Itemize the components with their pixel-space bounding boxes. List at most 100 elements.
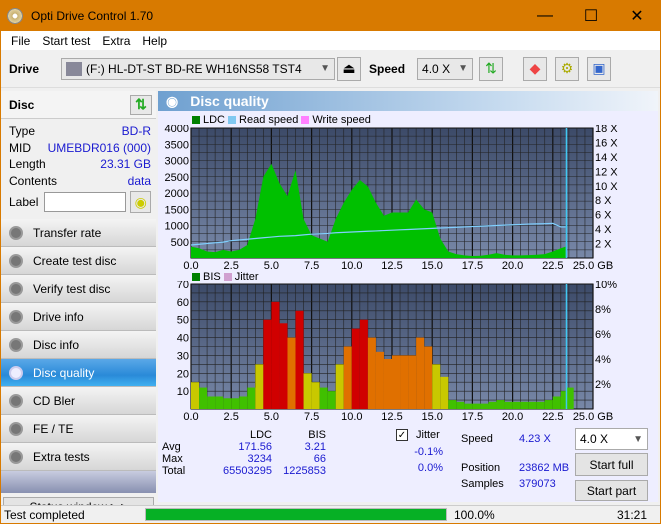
nav-spacer <box>1 471 156 493</box>
legend-swatch <box>301 116 310 124</box>
y-tick-label: 1000 <box>165 221 189 233</box>
disc-contents-value: data <box>127 173 151 188</box>
menu-start-test[interactable]: Start test <box>42 34 90 48</box>
bis-bar <box>512 401 521 409</box>
y-tick-label: 3500 <box>165 139 189 151</box>
app-icon <box>7 7 23 24</box>
bis-bar <box>255 364 264 409</box>
verify-disc-icon <box>9 281 23 296</box>
disc-info-icon <box>9 337 23 352</box>
nav-create-test-disc[interactable]: Create test disc <box>1 247 156 275</box>
disc-mid-key: MID <box>9 140 31 155</box>
bis-bar <box>271 301 280 409</box>
bis-bar <box>231 398 240 409</box>
erase-button[interactable]: ◆ <box>523 56 548 81</box>
bis-bar <box>392 355 401 409</box>
drive-value: (F:) HL-DT-ST BD-RE WH16NS58 TST4 <box>86 61 302 76</box>
x-tick-label: 0.0 <box>183 260 198 270</box>
nav-fe-te[interactable]: FE / TE <box>1 415 156 443</box>
nav-verify-test-disc[interactable]: Verify test disc <box>1 275 156 303</box>
y-tick-label: 4000 <box>165 125 189 135</box>
bis-bar <box>191 382 200 409</box>
bis-bar <box>448 400 457 409</box>
bis-bar <box>367 337 376 409</box>
nav-extra-tests[interactable]: Extra tests <box>1 443 156 471</box>
settings-button[interactable]: ⚙ <box>555 56 580 81</box>
nav-transfer-rate[interactable]: Transfer rate <box>1 219 156 247</box>
menu-file[interactable]: File <box>11 34 30 48</box>
disc-label-input[interactable] <box>44 192 127 212</box>
progress-fill <box>146 509 446 520</box>
disc-contents-key: Contents <box>9 173 58 188</box>
nav-label: Create test disc <box>33 253 117 268</box>
test-speed-value: 4.0 X <box>580 432 609 446</box>
jitter-checkbox[interactable]: ✓ Jitter <box>396 429 440 441</box>
x-tick-label: 10.0 <box>341 260 362 270</box>
bis-bar <box>199 387 208 409</box>
bis-bar <box>520 401 529 409</box>
nav-disc-info[interactable]: Disc info <box>1 331 156 359</box>
close-button[interactable]: ✕ <box>614 6 660 26</box>
disc-label-button[interactable]: ◉ <box>130 191 151 213</box>
cd-bler-icon <box>9 393 23 408</box>
refresh-icon: ⇅ <box>135 96 147 112</box>
x-tick-label: 15.0 <box>421 260 442 270</box>
maximize-button[interactable]: ☐ <box>568 6 614 26</box>
x-tick-label: 17.5 <box>462 411 483 421</box>
row-avg-label: Avg <box>162 441 181 453</box>
nav-cd-bler[interactable]: CD Bler <box>1 387 156 415</box>
x-tick-label: 7.5 <box>304 411 319 421</box>
drive-label: Drive <box>9 61 40 76</box>
panel-title: Disc quality <box>190 93 269 109</box>
bis-bar <box>295 310 304 409</box>
save-button[interactable]: ▣ <box>587 56 612 81</box>
bis-bar <box>319 387 328 409</box>
disc-quality-panel: ◉ Disc quality LDC Read speed Write speed… <box>158 91 658 502</box>
bis-bar <box>496 400 505 409</box>
refresh-button[interactable]: ⇅ <box>479 56 504 81</box>
y2-tick-label: 4 X <box>595 224 612 236</box>
minimize-button[interactable]: — <box>522 7 568 25</box>
nav-label: Disc info <box>33 337 80 352</box>
test-speed-select[interactable]: 4.0 X ▼ <box>575 428 648 450</box>
nav-label: Verify test disc <box>33 281 111 296</box>
bis-bar <box>480 403 489 409</box>
x-tick-label: 25.0 GB <box>573 411 613 421</box>
max-ldc: 3234 <box>247 453 272 465</box>
y2-tick-label: 16 X <box>595 137 618 149</box>
disc-refresh-button[interactable]: ⇅ <box>130 94 152 115</box>
chevron-down-icon: ▼ <box>320 63 331 74</box>
x-tick-label: 20.0 <box>502 260 523 270</box>
disc-length-row: Length 23.31 GB <box>1 156 156 173</box>
disc-length-value: 23.31 GB <box>100 157 151 172</box>
y-tick-label: 50 <box>177 315 189 327</box>
save-icon: ▣ <box>592 60 606 76</box>
menu-help[interactable]: Help <box>142 34 167 48</box>
nav-drive-info[interactable]: Drive info <box>1 303 156 331</box>
stats-table: LDC BIS Avg 171.56 3.21 Max 3234 66 Total 6550… <box>160 429 328 477</box>
legend-swatch <box>192 273 200 281</box>
x-tick-label: 12.5 <box>381 260 402 270</box>
y2-tick-label: 8 X <box>595 195 612 207</box>
bis-bar <box>464 403 473 409</box>
eject-button[interactable]: ⏏ <box>337 56 362 81</box>
bis-bar <box>343 346 352 409</box>
drive-select[interactable]: (F:) HL-DT-ST BD-RE WH16NS58 TST4 ▼ <box>61 57 336 80</box>
start-full-button[interactable]: Start full <box>575 453 648 476</box>
speed-select[interactable]: 4.0 X ▼ <box>417 57 474 80</box>
start-part-button[interactable]: Start part <box>575 480 648 501</box>
total-ldc: 65503295 <box>223 465 272 477</box>
nav-disc-quality[interactable]: Disc quality <box>1 359 156 387</box>
x-tick-label: 2.5 <box>224 411 239 421</box>
bis-bar <box>247 387 256 409</box>
avg-ldc: 171.56 <box>238 441 272 453</box>
fe-te-icon <box>9 421 23 436</box>
samples-label: Samples <box>461 478 504 490</box>
menu-extra[interactable]: Extra <box>102 34 130 48</box>
bis-bar <box>311 382 320 409</box>
x-tick-label: 5.0 <box>264 260 279 270</box>
x-tick-label: 12.5 <box>381 411 402 421</box>
disc-type-value: BD-R <box>121 124 151 139</box>
bis-bar <box>552 396 561 409</box>
y2-tick-label: 6 X <box>595 210 612 222</box>
